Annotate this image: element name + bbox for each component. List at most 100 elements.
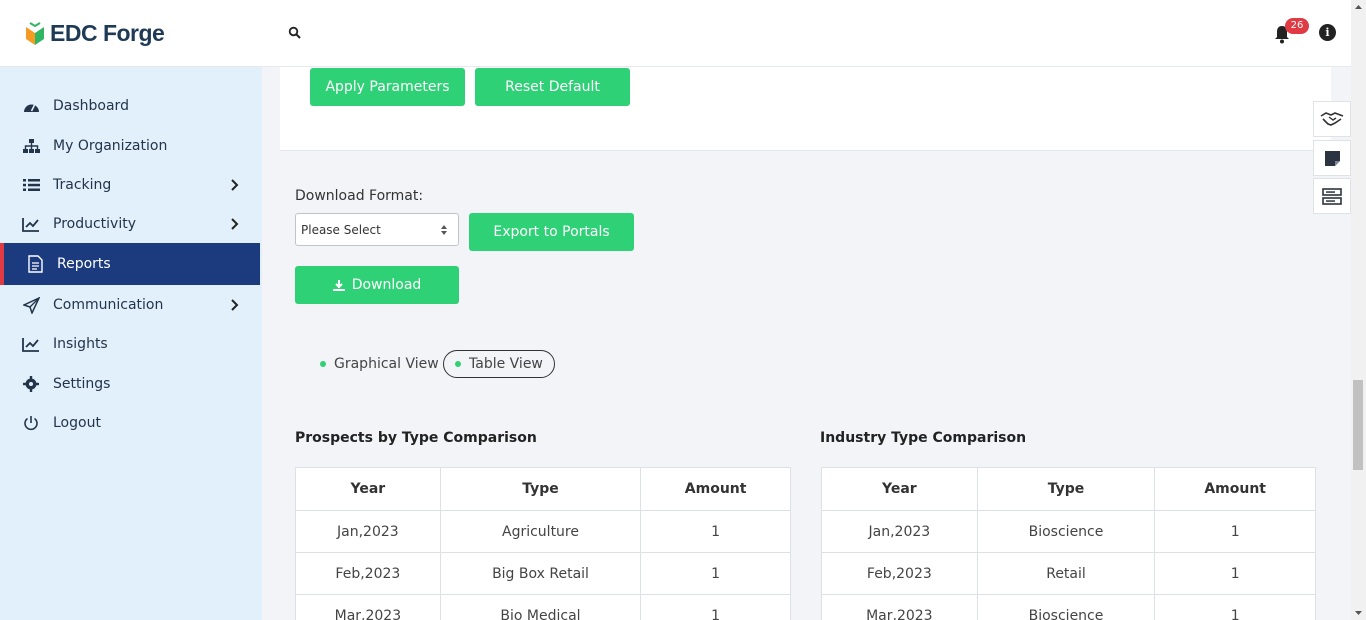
sticky-note-icon [1324, 150, 1340, 166]
column-header-amount: Amount [1154, 467, 1316, 511]
sidebar-item-label: Productivity [53, 216, 136, 232]
download-button[interactable]: Download [295, 266, 459, 304]
cell-year: Feb,2023 [821, 552, 978, 595]
column-header-type: Type [976, 467, 1156, 511]
scrollbar-thumb[interactable] [1353, 380, 1363, 470]
cell-year: Jan,2023 [821, 510, 978, 553]
cell-amount: 1 [640, 594, 791, 620]
view-dot [455, 361, 461, 367]
scroll-up-icon[interactable] [1354, 3, 1363, 12]
sidebar-item-label: Insights [53, 336, 108, 352]
table-row: Jan,2023 Agriculture 1 [295, 510, 791, 553]
handshake-icon [1320, 112, 1344, 126]
sidebar-item-dashboard[interactable]: Dashboard [0, 86, 260, 126]
download-icon [332, 280, 345, 291]
sidebar: Dashboard My Organization Tracking Produ… [0, 67, 262, 620]
graphical-view-label: Graphical View [334, 355, 439, 372]
cell-type: Retail [976, 552, 1156, 595]
cell-amount: 1 [640, 510, 791, 553]
chevron-right-icon [231, 299, 239, 311]
table-view-toggle[interactable]: Table View [443, 350, 555, 378]
sidebar-item-label: Reports [57, 256, 111, 272]
dashboard-icon [22, 97, 40, 115]
cell-type: Big Box Retail [439, 552, 642, 595]
cell-type: Bio Medical [439, 594, 642, 620]
logo-mark-icon [26, 21, 44, 45]
graphical-view-toggle[interactable]: Graphical View [320, 355, 439, 372]
table-row: Mar,2023 Bio Medical 1 [295, 594, 791, 620]
column-header-year: Year [821, 467, 978, 511]
industry-table-title: Industry Type Comparison [820, 430, 1027, 446]
paper-plane-icon [22, 296, 40, 314]
export-to-portals-button[interactable]: Export to Portals [469, 213, 634, 251]
cell-year: Feb,2023 [295, 552, 441, 595]
sidebar-item-insights[interactable]: Insights [0, 324, 260, 364]
table-view-label: Table View [469, 356, 543, 372]
chevron-right-icon [231, 179, 239, 191]
sidebar-item-label: Communication [53, 297, 164, 313]
gear-icon [22, 375, 40, 393]
sidebar-item-label: Dashboard [53, 98, 129, 114]
cell-amount: 1 [1154, 552, 1316, 595]
chevron-right-icon [231, 218, 239, 230]
column-header-type: Type [439, 467, 642, 511]
server-icon [1322, 187, 1342, 205]
view-dot [320, 360, 326, 367]
sidebar-item-label: My Organization [53, 138, 168, 154]
sidebar-item-tracking[interactable]: Tracking [0, 165, 260, 205]
sidebar-item-label: Settings [53, 376, 111, 392]
sidebar-item-logout[interactable]: Logout [0, 403, 260, 443]
line-chart-icon [22, 215, 40, 233]
info-icon[interactable]: i [1319, 24, 1336, 41]
top-header: EDC Forge 26 i [0, 0, 1351, 67]
cell-amount: 1 [1154, 510, 1316, 553]
trend-icon [22, 335, 40, 353]
search-icon[interactable] [288, 26, 302, 40]
table-row: Feb,2023 Big Box Retail 1 [295, 552, 791, 595]
sticky-note-tool-button[interactable] [1313, 140, 1351, 176]
column-header-year: Year [295, 467, 441, 511]
document-icon [26, 255, 44, 273]
sidebar-item-label: Tracking [53, 177, 112, 193]
download-format-label: Download Format: [295, 188, 424, 204]
sort-arrows-icon [441, 225, 447, 235]
download-label: Download [351, 277, 422, 293]
table-header-row: Year Type Amount [821, 467, 1316, 511]
notification-badge: 26 [1285, 18, 1309, 34]
cell-year: Mar,2023 [295, 594, 441, 620]
cell-type: Bioscience [976, 594, 1156, 620]
table-header-row: Year Type Amount [295, 467, 791, 511]
page-scrollbar[interactable] [1351, 0, 1366, 620]
apply-parameters-button[interactable]: Apply Parameters [310, 68, 465, 106]
scroll-down-icon[interactable] [1354, 608, 1363, 617]
cell-type: Bioscience [976, 510, 1156, 553]
cell-amount: 1 [640, 552, 791, 595]
cell-year: Mar,2023 [821, 594, 978, 620]
reset-default-button[interactable]: Reset Default [475, 68, 630, 106]
prospects-table: Year Type Amount Jan,2023 Agriculture 1 … [295, 467, 791, 620]
table-row: Feb,2023 Retail 1 [821, 552, 1316, 595]
app-logo[interactable]: EDC Forge [24, 20, 165, 47]
sidebar-item-my-organization[interactable]: My Organization [0, 126, 260, 166]
industry-table: Year Type Amount Jan,2023 Bioscience 1 F… [821, 467, 1316, 620]
prospects-table-title: Prospects by Type Comparison [295, 430, 537, 446]
column-header-amount: Amount [640, 467, 791, 511]
cell-amount: 1 [1154, 594, 1316, 620]
handshake-tool-button[interactable] [1313, 101, 1351, 137]
sidebar-item-settings[interactable]: Settings [0, 364, 260, 404]
list-icon [22, 176, 40, 194]
table-row: Jan,2023 Bioscience 1 [821, 510, 1316, 553]
server-tool-button[interactable] [1313, 178, 1351, 214]
org-chart-icon [22, 137, 40, 155]
sidebar-item-reports[interactable]: Reports [0, 243, 260, 285]
sidebar-item-productivity[interactable]: Productivity [0, 204, 260, 244]
select-value: Please Select [301, 222, 381, 237]
sidebar-item-communication[interactable]: Communication [0, 285, 260, 325]
cell-year: Jan,2023 [295, 510, 441, 553]
table-row: Mar,2023 Bioscience 1 [821, 594, 1316, 620]
power-icon [22, 414, 40, 432]
download-format-select[interactable]: Please Select [295, 213, 459, 246]
cell-type: Agriculture [439, 510, 642, 553]
sidebar-item-label: Logout [53, 415, 101, 431]
logo-text: EDC Forge [50, 20, 165, 46]
